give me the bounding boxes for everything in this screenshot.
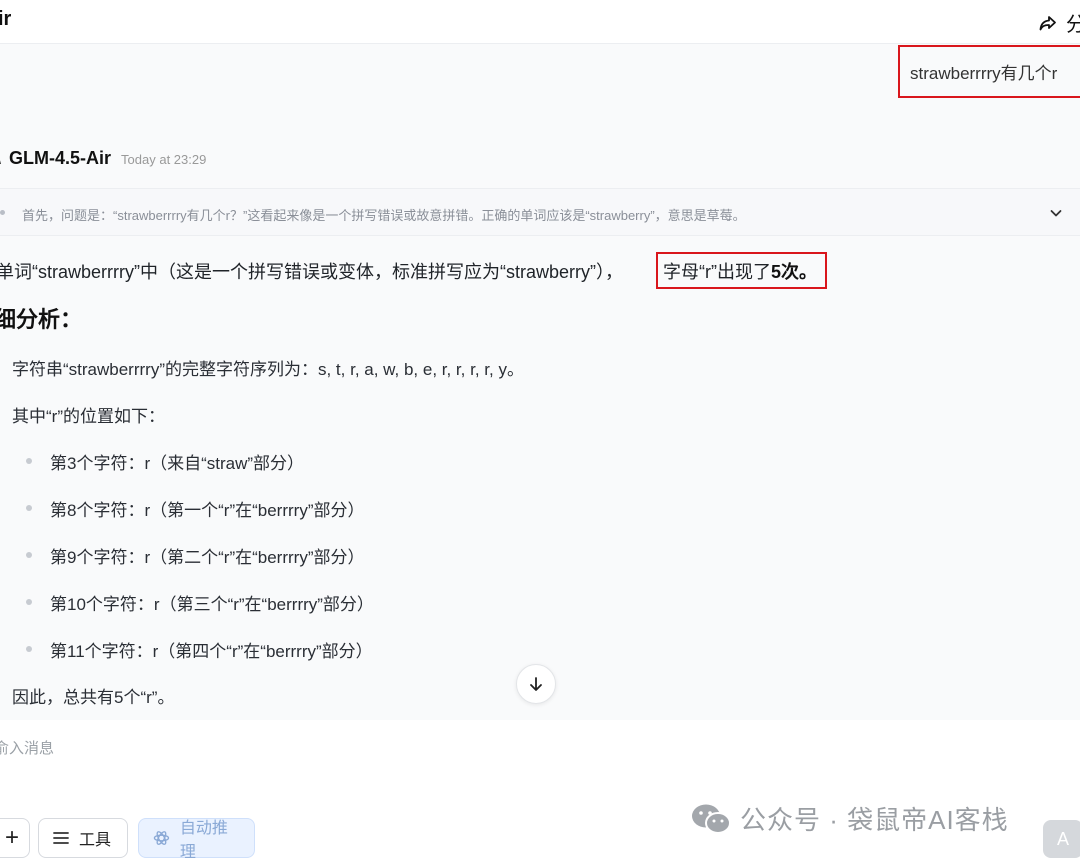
- watermark: 公众号 · 袋鼠帝AI客栈: [690, 800, 1009, 837]
- list-bullet: [26, 552, 32, 558]
- scroll-to-bottom-button[interactable]: [516, 664, 556, 704]
- model-header: \ GLM-4.5-Air Today at 23:29: [0, 148, 206, 169]
- list-bullet: [26, 505, 32, 511]
- model-avatar-icon: \: [0, 148, 1, 169]
- list-bullet: [26, 599, 32, 605]
- corner-label: A: [1056, 828, 1069, 849]
- auto-reasoning-label: 自动推理: [179, 820, 228, 858]
- positions-intro: 其中“r”的位置如下：: [12, 407, 165, 426]
- list-bullet: [26, 646, 32, 652]
- arrow-down-icon: [530, 677, 542, 691]
- atom-icon: [153, 831, 170, 845]
- share-label: 分: [1066, 14, 1080, 36]
- list-item: 第8个字符：r（第一个“r”在“berrrry”部分）: [50, 501, 365, 520]
- watermark-text: 公众号 · 袋鼠帝AI客栈: [740, 805, 1009, 835]
- answer-highlight: 字母“r”出现了5次。: [663, 258, 817, 284]
- answer-highlight-box: 字母“r”出现了5次。: [656, 252, 827, 289]
- add-button[interactable]: +: [0, 818, 30, 858]
- message-timestamp: Today at 23:29: [121, 152, 207, 167]
- list-item: 第11个字符：r（第四个“r”在“berrrry”部分）: [50, 642, 373, 661]
- list-item: 第3个字符：r（来自“straw”部分）: [50, 454, 305, 473]
- user-message: strawberrrry有几个r: [898, 45, 1080, 98]
- corner-action-button[interactable]: A: [1043, 820, 1080, 858]
- sequence-paragraph: 字符串“strawberrrry”的完整字符序列为：s, t, r, a, w,…: [12, 360, 524, 379]
- top-bar: ir 分: [0, 0, 1080, 44]
- analysis-heading: 细分析：: [0, 307, 83, 332]
- wechat-icon: [692, 804, 731, 834]
- answer-highlight-prefix: 字母“r”出现了: [663, 262, 771, 282]
- plus-icon: +: [4, 824, 19, 851]
- answer-highlight-count: 5次。: [770, 262, 817, 282]
- model-name: GLM-4.5-Air: [9, 148, 112, 168]
- thinking-panel[interactable]: 首先，问题是：“strawberrrry有几个r？”这看起来像是一个拼写错误或故…: [0, 188, 1080, 236]
- chevron-down-icon[interactable]: [1048, 205, 1064, 221]
- share-button[interactable]: 分: [1038, 8, 1080, 37]
- list-item: 第9个字符：r（第二个“r”在“berrrry”部分）: [50, 548, 365, 567]
- share-icon: [1039, 15, 1056, 30]
- answer-lead: 单词“strawberrrry”中（这是一个拼写错误或变体，标准拼写应为“str…: [0, 262, 623, 282]
- message-input[interactable]: 俞入消息: [0, 737, 54, 758]
- tools-button[interactable]: 工具: [38, 818, 128, 858]
- composer: 俞入消息 + 工具 自动推理: [0, 720, 1080, 858]
- list-bullet: [26, 458, 32, 464]
- auto-reasoning-button[interactable]: 自动推理: [138, 818, 255, 858]
- thinking-bullet-icon: [0, 210, 5, 215]
- tools-label: 工具: [79, 832, 112, 849]
- menu-icon: [53, 832, 69, 844]
- chat-title: ir: [0, 8, 12, 30]
- list-item: 第10个字符：r（第三个“r”在“berrrry”部分）: [50, 595, 374, 614]
- conclusion: 因此，总共有5个“r”。: [12, 688, 175, 707]
- thinking-summary: 首先，问题是：“strawberrrry有几个r？”这看起来像是一个拼写错误或故…: [22, 208, 746, 223]
